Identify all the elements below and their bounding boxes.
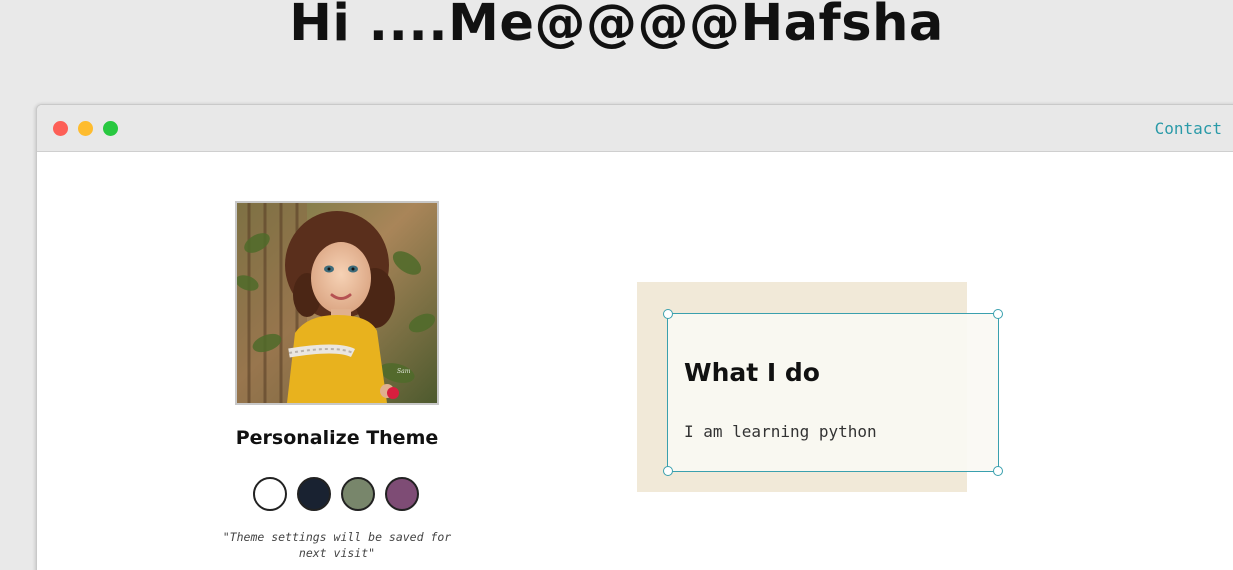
profile-avatar: Sam: [235, 201, 439, 405]
resize-handle-top-right[interactable]: [993, 309, 1003, 319]
theme-swatch-dark-blue[interactable]: [297, 477, 331, 511]
theme-swatch-purple[interactable]: [385, 477, 419, 511]
resize-handle-bottom-right[interactable]: [993, 466, 1003, 476]
preview-window: Contact Sam Personalize Theme "Theme set…: [36, 104, 1233, 570]
close-window-button[interactable]: [53, 121, 68, 136]
contact-link[interactable]: Contact: [1155, 119, 1222, 138]
minimize-window-button[interactable]: [78, 121, 93, 136]
window-titlebar: Contact: [37, 105, 1233, 152]
main-heading: Hi ....Me@@@@Hafsha: [289, 0, 944, 53]
maximize-window-button[interactable]: [103, 121, 118, 136]
portrait-photo-icon: Sam: [237, 203, 437, 403]
theme-settings-note: "Theme settings will be saved for next v…: [222, 530, 452, 560]
what-i-do-title: What I do: [684, 358, 820, 387]
svg-text:Sam: Sam: [397, 368, 411, 375]
theme-swatches: [253, 477, 419, 511]
what-i-do-card: What I do I am learning python: [663, 309, 1003, 476]
theme-swatch-green[interactable]: [341, 477, 375, 511]
what-i-do-text: I am learning python: [684, 422, 877, 441]
personalize-theme-title: Personalize Theme: [235, 427, 439, 449]
resize-handle-bottom-left[interactable]: [663, 466, 673, 476]
resize-handle-top-left[interactable]: [663, 309, 673, 319]
page: Hi ....Me@@@@Hafsha Contact Sam Personal…: [0, 0, 1233, 570]
theme-swatch-light[interactable]: [253, 477, 287, 511]
